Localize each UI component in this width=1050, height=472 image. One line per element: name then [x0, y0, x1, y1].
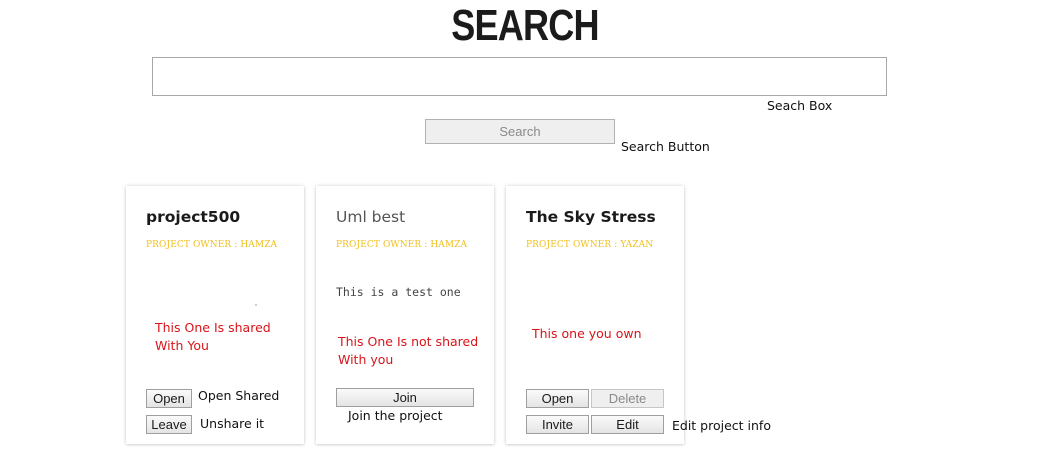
share-status-note: This One Is not shared With you: [338, 334, 479, 367]
open-annotation: Open Shared: [198, 388, 280, 403]
project-title[interactable]: The Sky Stress: [526, 208, 656, 226]
delete-button[interactable]: Delete: [591, 389, 664, 408]
project-title[interactable]: Uml best: [336, 208, 405, 226]
invite-button[interactable]: Invite: [526, 415, 589, 434]
search-input[interactable]: [152, 57, 887, 96]
project-owner: PROJECT OWNER : HAMZA: [336, 240, 468, 250]
project-description: This is a test one: [336, 285, 461, 299]
share-status-note: This one you own: [532, 326, 642, 341]
page-title: SEARCH: [451, 1, 599, 50]
open-button[interactable]: Open: [146, 389, 192, 408]
leave-button[interactable]: Leave: [146, 415, 192, 434]
edit-button[interactable]: Edit: [591, 415, 664, 434]
share-status-note: This One Is shared With You: [155, 320, 271, 353]
join-button[interactable]: Join: [336, 388, 474, 407]
project-title[interactable]: project500: [146, 208, 240, 226]
open-button[interactable]: Open: [526, 389, 589, 408]
decorative-dot: [255, 304, 257, 306]
edit-annotation: Edit project info: [672, 418, 771, 433]
search-button-annotation: Search Button: [621, 139, 710, 154]
leave-annotation: Unshare it: [200, 416, 265, 431]
project-owner: PROJECT OWNER : YAZAN: [526, 240, 654, 250]
join-annotation: Join the project: [348, 408, 443, 423]
search-button[interactable]: Search: [425, 119, 615, 144]
search-box-annotation: Seach Box: [767, 98, 833, 113]
project-owner: PROJECT OWNER : HAMZA: [146, 240, 278, 250]
